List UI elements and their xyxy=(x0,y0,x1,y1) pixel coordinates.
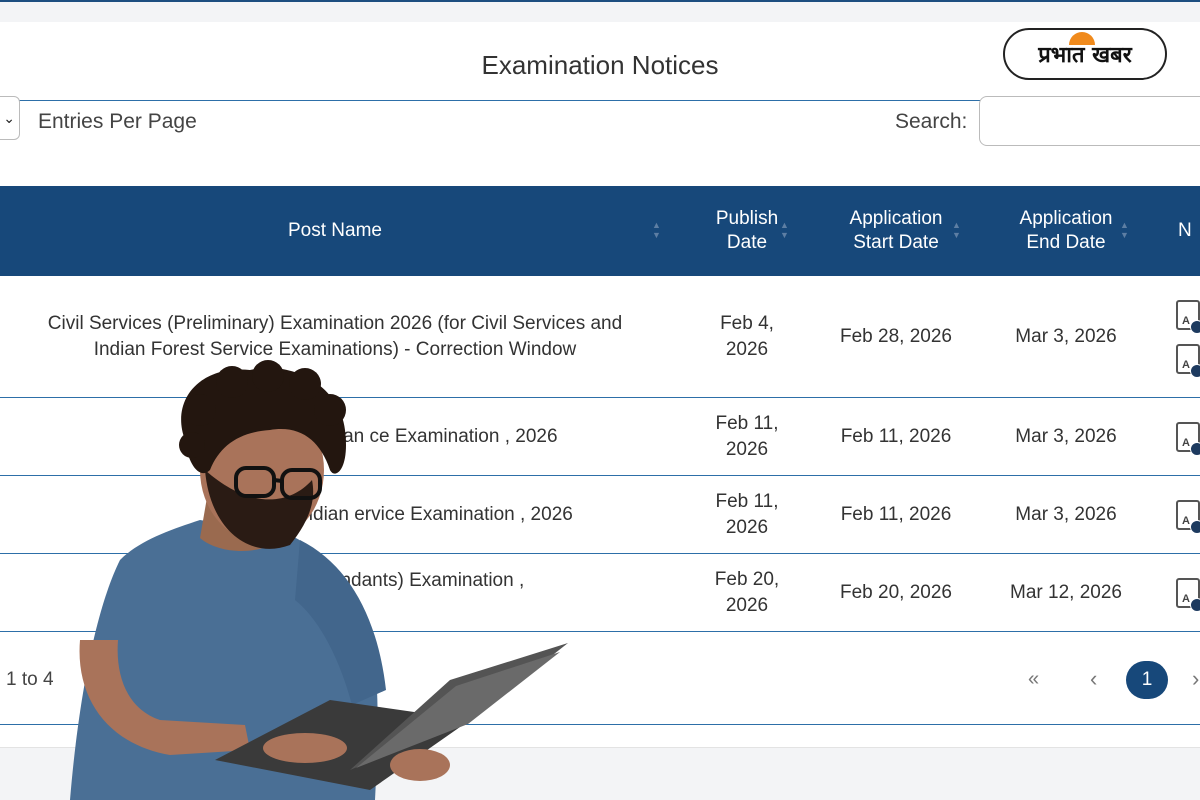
publish-date-cell: Feb 11, 2026 xyxy=(715,490,779,538)
notice-cell: A A xyxy=(1168,277,1200,397)
end-date-cell: Mar 12, 2026 xyxy=(1010,581,1122,603)
publish-date-cell: Feb 4, 2026 xyxy=(720,313,774,360)
column-header-application-start-date[interactable]: Application Start Date xyxy=(838,186,954,276)
sun-logo-icon xyxy=(1069,32,1095,45)
pdf-document-icon[interactable]: A xyxy=(1176,577,1200,612)
notice-cell: A xyxy=(1168,476,1200,553)
sort-icon[interactable]: ▲ ▼ xyxy=(780,220,790,242)
pdf-document-icon[interactable]: A xyxy=(1176,300,1200,334)
start-date-cell: Feb 11, 2026 xyxy=(840,503,952,525)
column-header-notice[interactable]: N xyxy=(1178,186,1200,276)
table-row: Indian ervice Examination , 2026 Feb 11,… xyxy=(0,476,1200,554)
end-date-cell: Mar 3, 2026 xyxy=(1015,503,1117,525)
pagination-info: 1 to 4 xyxy=(6,669,54,690)
pagination-prev-button[interactable]: ‹ xyxy=(1090,666,1097,692)
start-date-cell: Feb 20, 2026 xyxy=(840,581,952,603)
pdf-document-icon[interactable]: A xyxy=(1176,421,1200,456)
post-name-cell: Civil Services (Preliminary) Examination… xyxy=(47,313,623,360)
start-date-cell: Feb 11, 2026 xyxy=(840,425,952,447)
table-row: Civil Services (Preliminary) Examination… xyxy=(0,277,1200,398)
search-label: Search: xyxy=(895,110,968,133)
notice-cell: A xyxy=(1168,398,1200,475)
column-header-application-end-date[interactable]: Application End Date xyxy=(1008,186,1124,276)
post-name-cell: Indian ce Examination , 2026 xyxy=(312,425,558,447)
sort-icon[interactable]: ▲ ▼ xyxy=(652,220,662,242)
pagination-page-button[interactable]: 1 xyxy=(1126,661,1168,699)
search-input[interactable] xyxy=(979,96,1200,146)
notice-cell: A xyxy=(1168,554,1200,631)
pagination-next-button[interactable]: › xyxy=(1192,666,1199,692)
end-date-cell: Mar 3, 2026 xyxy=(1015,326,1117,347)
start-date-cell: Feb 28, 2026 xyxy=(840,326,952,347)
pdf-document-icon[interactable]: A xyxy=(1176,499,1200,534)
chevron-down-icon: ⌄ xyxy=(3,109,15,126)
sort-icon[interactable]: ▲ ▼ xyxy=(1120,220,1130,242)
end-date-cell: Mar 3, 2026 xyxy=(1015,425,1117,447)
post-name-cell: Indian ervice Examination , 2026 xyxy=(297,503,573,525)
publish-date-cell: Feb 20, 2026 xyxy=(714,568,780,616)
brand-logo: प्रभात खबर xyxy=(1003,28,1167,80)
top-rule xyxy=(0,0,1200,2)
pagination-first-button[interactable]: « xyxy=(1028,668,1039,691)
table-row: Central ant Commandants) Examination , F… xyxy=(0,554,1200,632)
post-name-cell: Central ant Commandants) Examination , xyxy=(175,570,525,591)
entries-per-page-select[interactable]: ⌄ xyxy=(0,96,20,140)
entries-per-page-label: Entries Per Page xyxy=(38,110,197,133)
sort-icon[interactable]: ▲ ▼ xyxy=(952,220,962,242)
table-row: Indian ce Examination , 2026 Feb 11, 202… xyxy=(0,398,1200,476)
bottom-divider xyxy=(0,724,1200,725)
publish-date-cell: Feb 11, 2026 xyxy=(715,412,779,460)
column-header-post-name[interactable]: Post Name xyxy=(0,186,670,276)
pdf-document-icon[interactable]: A xyxy=(1176,344,1200,378)
table-header: Post Name ▲ ▼ Publish Date ▲ ▼ Application… xyxy=(0,186,1200,276)
